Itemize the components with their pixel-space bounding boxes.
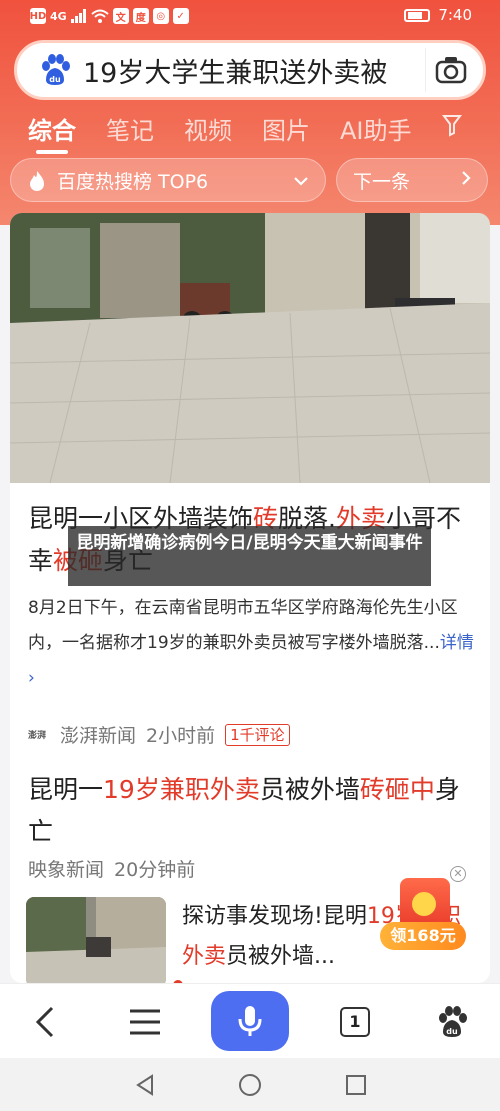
menu-icon	[130, 1009, 160, 1035]
triangle-back-icon	[136, 1074, 153, 1096]
result-tabs: 综合 笔记 视频 图片 AI助手	[28, 108, 490, 154]
article-1-summary: 8月2日下午，在云南省昆明市五华区学府路海伦先生小区内，一名据称才19岁的兼职外…	[28, 591, 474, 696]
hd-icon: HD	[30, 8, 46, 24]
system-home-button[interactable]	[237, 1072, 263, 1098]
square-recents-icon	[346, 1075, 366, 1095]
circle-home-icon	[239, 1074, 261, 1096]
back-button[interactable]	[15, 994, 75, 1050]
status-time: 7:40	[438, 6, 472, 24]
app-notification-icon: 文	[112, 8, 129, 24]
baidu-home-button[interactable]: du	[422, 994, 482, 1050]
flame-icon	[27, 170, 47, 191]
close-icon[interactable]: ✕	[450, 866, 466, 882]
source-name[interactable]: 澎湃新闻	[60, 721, 136, 748]
tab-all[interactable]: 综合	[28, 111, 76, 154]
system-recents-button[interactable]	[343, 1072, 369, 1098]
chevron-right-icon	[461, 170, 471, 190]
signal-icon	[70, 9, 86, 23]
snippet-text: 员被外墙...	[226, 944, 335, 969]
tabs-button[interactable]: 1	[325, 994, 385, 1050]
title-highlight: 19岁兼职外卖	[103, 775, 260, 804]
search-bar[interactable]: du 19岁大学生兼职送外卖被	[14, 40, 486, 100]
title-text: 昆明一	[28, 775, 104, 804]
hot-search-label: 百度热搜榜 TOP6	[57, 170, 209, 193]
chevron-down-icon	[293, 171, 309, 190]
publish-time: 2小时前	[146, 725, 216, 747]
microphone-icon	[238, 1006, 262, 1036]
chevron-left-icon	[35, 1006, 54, 1038]
source-logo: 澎湃	[28, 731, 47, 741]
svg-text:du: du	[446, 1027, 458, 1036]
battery-icon	[404, 8, 431, 22]
coin-icon	[412, 892, 436, 916]
next-item-label: 下一条	[353, 170, 411, 193]
news-photo[interactable]	[10, 213, 490, 483]
details-label: 详情	[439, 633, 474, 653]
wifi-icon	[91, 9, 109, 23]
article-1-meta: 澎湃 澎湃新闻 2小时前 1千评论	[28, 721, 290, 748]
article-2-thumbnail[interactable]	[26, 897, 166, 983]
comment-badge[interactable]: 1千评论	[225, 723, 290, 746]
search-input[interactable]: 19岁大学生兼职送外卖被	[83, 51, 425, 90]
filter-icon[interactable]	[441, 113, 464, 143]
red-packet-promo[interactable]: 领168元	[380, 874, 472, 950]
app2-notification-icon: ◎	[152, 8, 169, 24]
baidu-paw-icon: du	[439, 1006, 467, 1037]
tab-count: 1	[340, 1007, 370, 1037]
red-packet-label: 领168元	[380, 922, 466, 950]
app3-notification-icon: ✓	[172, 8, 189, 24]
svg-text:du: du	[49, 75, 61, 84]
title-text: 员被外墙	[259, 775, 360, 804]
title-highlight: 砖砸中	[359, 775, 435, 804]
bottom-nav: 1 du	[0, 983, 500, 1058]
tab-videos[interactable]: 视频	[184, 111, 232, 146]
article-2-title[interactable]: 昆明一19岁兼职外卖员被外墙砖砸中身亡	[28, 769, 478, 853]
menu-button[interactable]	[115, 994, 175, 1050]
hot-search-pill[interactable]: 百度热搜榜 TOP6	[10, 158, 326, 202]
baidu-paw-icon: du	[37, 52, 73, 88]
snippet-text: 探访事发现场!昆明	[182, 904, 367, 929]
tab-notes[interactable]: 笔记	[106, 111, 154, 146]
tab-images[interactable]: 图片	[262, 111, 310, 146]
system-nav-bar	[0, 1058, 500, 1111]
voice-search-button[interactable]	[211, 991, 289, 1051]
next-item-pill[interactable]: 下一条	[336, 158, 488, 202]
result-card: 昆明一小区外墙装饰砖脱落.外卖小哥不幸被砸身亡 8月2日下午，在云南省昆明市五华…	[10, 213, 490, 983]
tab-ai-assistant[interactable]: AI助手	[340, 111, 412, 146]
source-name[interactable]: 映象新闻	[28, 855, 104, 882]
overlay-caption: 昆明新增确诊病例今日/昆明今天重大新闻事件	[68, 526, 431, 586]
network-4g-icon: 4G	[50, 9, 67, 23]
system-back-button[interactable]	[132, 1072, 158, 1098]
article-2-meta: 映象新闻 20分钟前	[28, 855, 195, 882]
status-bar: HD 4G 文 度 ◎ ✓ 7:40	[0, 0, 500, 34]
publish-time: 20分钟前	[114, 859, 196, 881]
camera-icon[interactable]	[425, 48, 469, 92]
baidu-notification-icon: 度	[132, 8, 149, 24]
summary-text: 8月2日下午，在云南省昆明市五华区学府路海伦先生小区内，一名据称才19岁的兼职外…	[28, 598, 458, 653]
